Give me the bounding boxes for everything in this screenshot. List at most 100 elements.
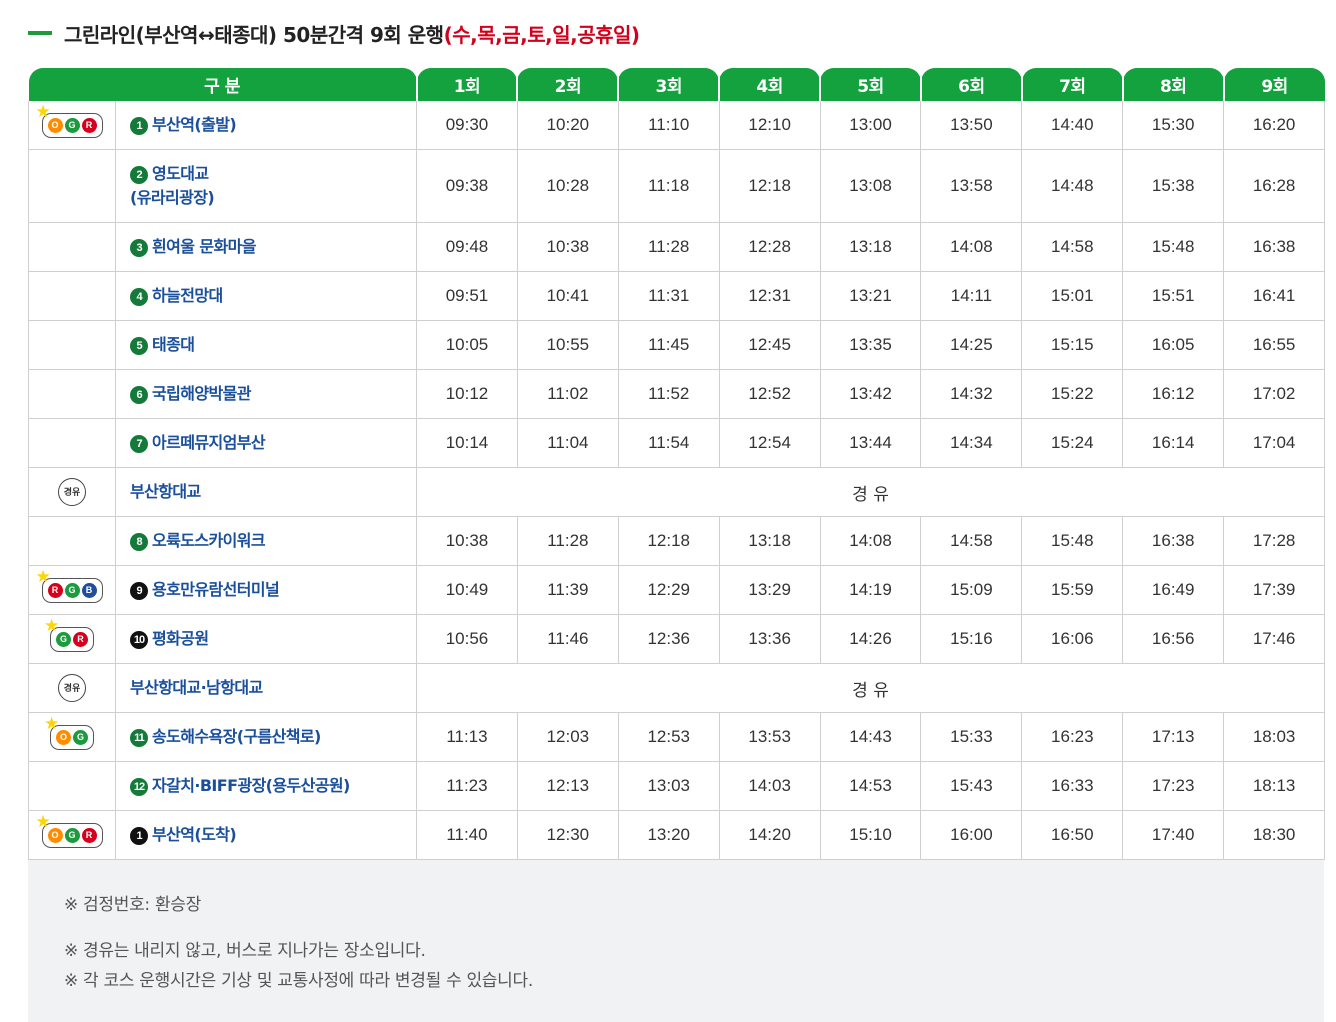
stop-number-badge: 2: [130, 166, 148, 184]
stop-row: 6 국립해양박물관 10:12 11:02 11:52 12:52 13:42 14:32 15…: [28, 369, 1326, 419]
departure-time: 12:36: [617, 614, 720, 664]
departure-time: 17:40: [1122, 810, 1224, 860]
departure-time: 16:20: [1223, 101, 1326, 150]
departure-time: 15:01: [1021, 271, 1123, 321]
line-dot-r: R: [73, 631, 88, 647]
departure-time: 15:59: [1021, 565, 1123, 615]
departure-time: 12:31: [718, 271, 821, 321]
note-transfer: ※ 검정번호: 환승장: [64, 895, 201, 915]
note-via: ※ 경유는 내리지 않고, 버스로 지나가는 장소입니다.: [64, 941, 426, 961]
departure-time: 11:18: [617, 149, 720, 223]
departure-time: 12:18: [718, 149, 821, 223]
departure-time: 15:51: [1122, 271, 1224, 321]
stop-name: 부산역(도착): [152, 825, 237, 844]
line-transfer-badge-icon: ★ O G R: [36, 103, 103, 138]
departure-time: 11:40: [416, 810, 518, 860]
header-run: 9회: [1222, 68, 1325, 101]
header-run: 1회: [415, 68, 518, 101]
departure-time: 13:29: [718, 565, 821, 615]
departure-time: 15:33: [920, 712, 1022, 762]
departure-time: 16:06: [1021, 614, 1123, 664]
transfer-icon-cell: [28, 418, 116, 468]
departure-time: 11:46: [516, 614, 619, 664]
transfer-icon-cell: ★ R G B: [28, 565, 116, 615]
note-schedule: ※ 각 코스 운행시간은 기상 및 교통사정에 따라 변경될 수 있습니다.: [64, 971, 533, 991]
stop-number-badge: 4: [130, 288, 148, 306]
stop-name-cell: 12 자갈치·BIFF광장(용두산공원): [114, 761, 417, 811]
departure-time: 10:20: [516, 101, 619, 150]
departure-time: 11:28: [516, 516, 619, 566]
departure-time: 10:49: [416, 565, 518, 615]
departure-time: 17:13: [1122, 712, 1224, 762]
departure-time: 10:12: [416, 369, 518, 419]
departure-time: 12:03: [516, 712, 619, 762]
star-icon: ★: [44, 615, 60, 635]
stop-row: 5 태종대 10:05 10:55 11:45 12:45 13:35 14:25 15:15 1…: [28, 320, 1326, 370]
line-transfer-badge-icon: ★ G R: [44, 617, 94, 652]
line-dot-gr: G: [64, 582, 80, 598]
departure-time: 10:28: [516, 149, 619, 223]
departure-time: 13:00: [819, 101, 921, 150]
transfer-icon-cell: [28, 761, 116, 811]
departure-time: 14:11: [920, 271, 1022, 321]
page-title: 그린라인(부산역↔태종대) 50분간격 9회 운행 (수,목,금,토,일,공휴일…: [28, 18, 640, 48]
departure-time: 15:30: [1122, 101, 1224, 150]
departure-time: 14:53: [819, 761, 921, 811]
star-icon: ★: [44, 713, 60, 733]
departure-time: 11:54: [617, 418, 720, 468]
stop-name: 용호만유람선터미널: [152, 580, 280, 599]
timetable: 구 분 1회 2회 3회 4회 5회 6회 7회 8회 9회 ★ O G R 1 부산역(…: [28, 68, 1326, 860]
transfer-icon-cell: [28, 222, 116, 272]
stop-name-cell: 6 국립해양박물관: [114, 369, 417, 419]
line-transfer-badge-icon: ★ O G: [44, 715, 94, 750]
departure-time: 15:38: [1122, 149, 1224, 223]
title-days: (수,목,금,토,일,공휴일): [443, 22, 640, 47]
departure-time: 10:38: [516, 222, 619, 272]
departure-time: 15:09: [920, 565, 1022, 615]
departure-time: 16:05: [1122, 320, 1224, 370]
departure-time: 12:52: [718, 369, 821, 419]
departure-time: 13:58: [920, 149, 1022, 223]
departure-time: 11:28: [617, 222, 720, 272]
transfer-icon-cell: [28, 516, 116, 566]
stop-name: 영도대교: [152, 164, 209, 183]
header-run: 4회: [718, 68, 821, 101]
departure-time: 11:10: [617, 101, 720, 150]
departure-time: 16:50: [1021, 810, 1123, 860]
departure-time: 14:48: [1021, 149, 1123, 223]
via-row: 경유 부산항대교 경 유: [28, 467, 1326, 517]
line-transfer-badge-icon: ★ O G R: [36, 813, 103, 848]
stop-number-badge: 7: [130, 435, 148, 453]
departure-time: 16:14: [1122, 418, 1224, 468]
departure-time: 13:18: [718, 516, 821, 566]
stop-name: 하늘전망대: [152, 286, 223, 305]
departure-time: 13:53: [718, 712, 821, 762]
stop-row: 8 오륙도스카이워크 10:38 11:28 12:18 13:18 14:08 14:58 1…: [28, 516, 1326, 566]
stop-name: 흰여울 문화마을: [152, 237, 256, 256]
stop-name-cell: 9 용호만유람선터미널: [114, 565, 417, 615]
stop-number-badge: 3: [130, 239, 148, 257]
stop-row: ★ O G R 1 부산역(출발) 09:30 10:20 11:10 12:10 13:00 13:…: [28, 101, 1326, 150]
stop-number-badge: 8: [130, 533, 148, 551]
line-dot-gr: G: [64, 117, 80, 133]
departure-time: 14:40: [1021, 101, 1123, 150]
departure-time: 13:50: [920, 101, 1022, 150]
stop-name: 평화공원: [152, 629, 209, 648]
transfer-icon-cell: [28, 320, 116, 370]
departure-time: 13:21: [819, 271, 921, 321]
stop-number-badge: 10: [130, 631, 148, 649]
stop-number-badge: 1: [130, 117, 148, 135]
departure-time: 09:38: [416, 149, 518, 223]
header-run: 3회: [617, 68, 720, 101]
stop-row: 12 자갈치·BIFF광장(용두산공원) 11:23 12:13 13:03 14:03 1…: [28, 761, 1326, 811]
departure-time: 12:54: [718, 418, 821, 468]
stop-row: 7 아르떼뮤지엄부산 10:14 11:04 11:54 12:54 13:44 14:34 1…: [28, 418, 1326, 468]
stop-name: 오륙도스카이워크: [152, 531, 266, 550]
transfer-icon-cell: 경유: [28, 467, 116, 517]
departure-time: 16:38: [1223, 222, 1326, 272]
stop-row: ★ G R 10 평화공원 10:56 11:46 12:36 13:36 14:26 15:16 1…: [28, 614, 1326, 664]
stop-row: 3 흰여울 문화마을 09:48 10:38 11:28 12:28 13:18 14:08 1…: [28, 222, 1326, 272]
departure-time: 11:52: [617, 369, 720, 419]
transfer-icon-cell: [28, 369, 116, 419]
departure-time: 11:45: [617, 320, 720, 370]
